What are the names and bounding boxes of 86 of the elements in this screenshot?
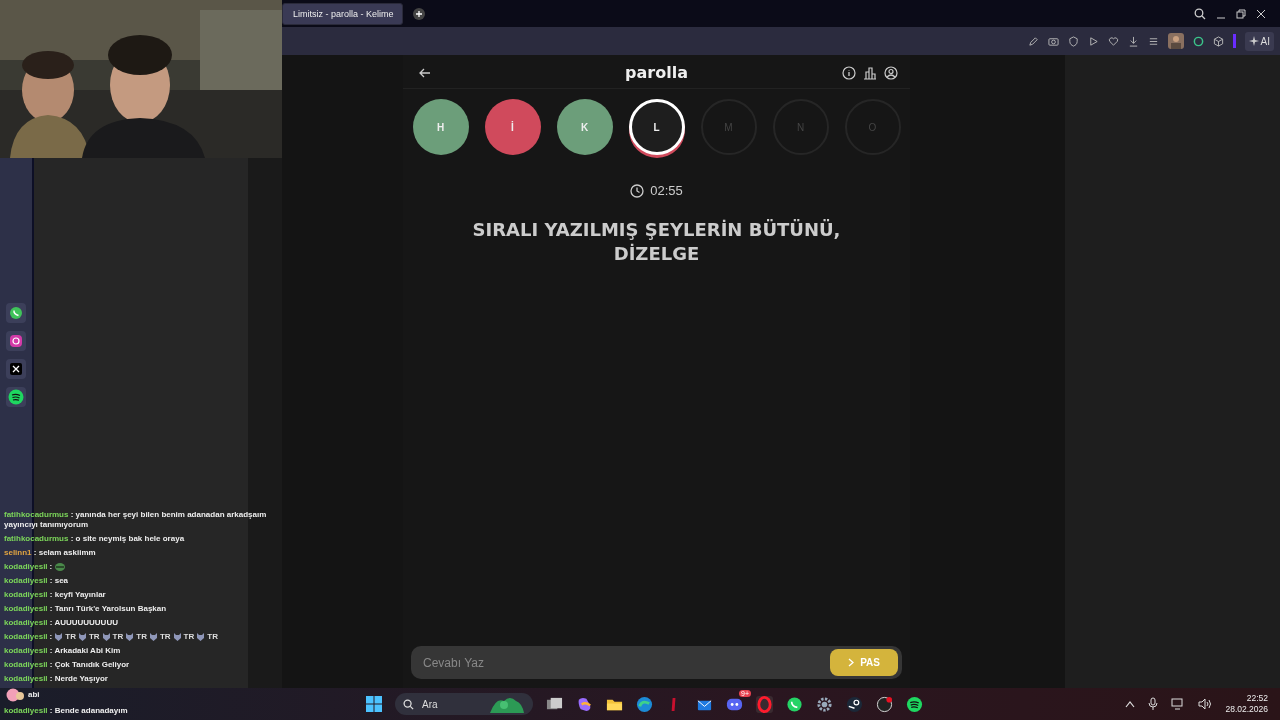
messaging-app-icon[interactable] bbox=[6, 303, 26, 323]
phone-chat-icon[interactable] bbox=[786, 695, 803, 713]
gear-icon[interactable] bbox=[816, 695, 833, 713]
browser-tab[interactable]: Limitsiz - parolla - Kelime bbox=[282, 2, 403, 25]
chat-username: kodadiyesil bbox=[4, 632, 48, 642]
emote-label: TR bbox=[207, 632, 218, 642]
taskbar-search-bar[interactable]: Ara bbox=[395, 693, 533, 715]
close-icon[interactable] bbox=[1256, 8, 1266, 19]
camera-app-icon[interactable] bbox=[6, 331, 26, 351]
chat-message: kodadiyesil : Çok Tanıdık Geliyor bbox=[4, 660, 130, 670]
timer-text: 02:55 bbox=[650, 183, 683, 198]
chat-username: kodadiyesil bbox=[4, 562, 48, 572]
microphone-icon[interactable] bbox=[1148, 697, 1159, 711]
chat-message: kodadiyesil : Bende adanadayım bbox=[4, 706, 128, 716]
clock-icon bbox=[630, 183, 645, 198]
restore-icon[interactable] bbox=[1236, 8, 1246, 19]
weather-landscape-icon bbox=[490, 695, 524, 713]
music-app-icon[interactable] bbox=[6, 387, 26, 407]
chat-message: selinn1 : selam askiimm bbox=[4, 548, 96, 558]
emote-label: TR bbox=[65, 632, 76, 642]
emote-label: TR bbox=[136, 632, 147, 642]
start-icon[interactable] bbox=[366, 696, 382, 712]
x-icon[interactable] bbox=[6, 359, 26, 379]
sidebar-indicator bbox=[1232, 34, 1236, 48]
letter-circle: H bbox=[412, 99, 469, 155]
wolf-icon bbox=[77, 633, 87, 641]
emote-label: TR bbox=[159, 632, 171, 642]
wolf-icon bbox=[148, 633, 158, 641]
menu-icon[interactable] bbox=[1147, 35, 1159, 47]
chat-message: kodadiyesil : keyfi Yayınlar bbox=[4, 590, 106, 600]
chat-separator: : bbox=[49, 632, 53, 642]
wolf-icon bbox=[101, 633, 111, 641]
clock-time[interactable]: 22:52 bbox=[1246, 693, 1268, 704]
info-icon[interactable] bbox=[842, 65, 856, 80]
copilot-icon[interactable] bbox=[576, 695, 593, 713]
network-icon[interactable] bbox=[1171, 698, 1186, 710]
avatar-icon bbox=[4, 688, 26, 702]
pencil-icon[interactable] bbox=[1027, 35, 1039, 47]
browser-icon[interactable] bbox=[636, 695, 653, 713]
wolf-icon bbox=[125, 633, 135, 641]
letter-circle: İ bbox=[484, 99, 541, 155]
play-icon[interactable] bbox=[1087, 35, 1099, 47]
camera-icon[interactable] bbox=[1047, 35, 1059, 47]
back-arrow-icon[interactable] bbox=[419, 67, 431, 78]
emote-label: TR bbox=[112, 632, 124, 642]
wolf-icon bbox=[196, 633, 206, 641]
chat-message: fatihkocadurmus : yanında her şeyi bilen benim adanadan arkadşaım yayıncıyı tanımıyorum bbox=[4, 510, 268, 530]
avatar-icon[interactable] bbox=[1167, 33, 1184, 49]
chevron-up-icon[interactable] bbox=[1125, 700, 1136, 708]
user-icon[interactable] bbox=[884, 65, 898, 80]
search-icon[interactable] bbox=[1194, 7, 1206, 20]
letter-circle: K bbox=[556, 99, 613, 155]
letter-circle: L bbox=[628, 99, 685, 155]
sparkle-icon bbox=[1248, 36, 1259, 46]
download-icon[interactable] bbox=[1127, 35, 1139, 47]
emote-label: TR bbox=[183, 632, 195, 642]
chat-message: kodadiyesil : sea bbox=[4, 576, 69, 586]
ring-app-icon[interactable] bbox=[756, 695, 773, 713]
cube-icon[interactable] bbox=[1212, 35, 1224, 47]
new-tab-icon[interactable] bbox=[412, 7, 425, 20]
ai-button[interactable]: AI bbox=[1244, 31, 1274, 51]
music-app-icon[interactable] bbox=[906, 695, 923, 713]
chat-separator: : bbox=[49, 562, 53, 572]
emote-label: TR bbox=[88, 632, 100, 642]
chevron-right-icon bbox=[848, 658, 856, 667]
extension-icon[interactable] bbox=[1192, 35, 1204, 47]
speaker-icon[interactable] bbox=[1198, 698, 1213, 710]
emote-icon bbox=[54, 562, 67, 572]
game-store-icon[interactable] bbox=[846, 695, 863, 713]
bar-chart-icon[interactable] bbox=[863, 65, 877, 80]
game-title: parolla bbox=[624, 63, 688, 82]
wolf-icon bbox=[54, 633, 64, 641]
recording-app-icon[interactable] bbox=[876, 695, 893, 713]
search-icon bbox=[403, 698, 414, 710]
chat-message: fatihkocadurmus : o site neymiş bak hele oraya bbox=[4, 534, 185, 544]
chat-message: kodadiyesil : Nerde Yaşıyor bbox=[4, 674, 108, 684]
shield-icon[interactable] bbox=[1067, 35, 1079, 47]
question-text: SIRALI YAZILMIŞ ŞEYLERİN BÜTÜNÜ, DİZELGE bbox=[472, 218, 841, 266]
chat-message: kodadiyesil : AUUUUUUUUUU bbox=[4, 618, 118, 628]
chat-message: kodadiyesil : Tanrı Türk'e Yarolsun Başkan bbox=[4, 604, 167, 614]
chat-message: kodadiyesil : Arkadaki Abi Kim bbox=[4, 646, 121, 656]
chat-message: abi bbox=[28, 690, 40, 700]
clock-date[interactable]: 28.02.2026 bbox=[1225, 704, 1268, 715]
heart-icon[interactable] bbox=[1107, 35, 1119, 47]
search-input[interactable]: Ara bbox=[420, 697, 484, 711]
wolf-icon bbox=[172, 633, 182, 641]
